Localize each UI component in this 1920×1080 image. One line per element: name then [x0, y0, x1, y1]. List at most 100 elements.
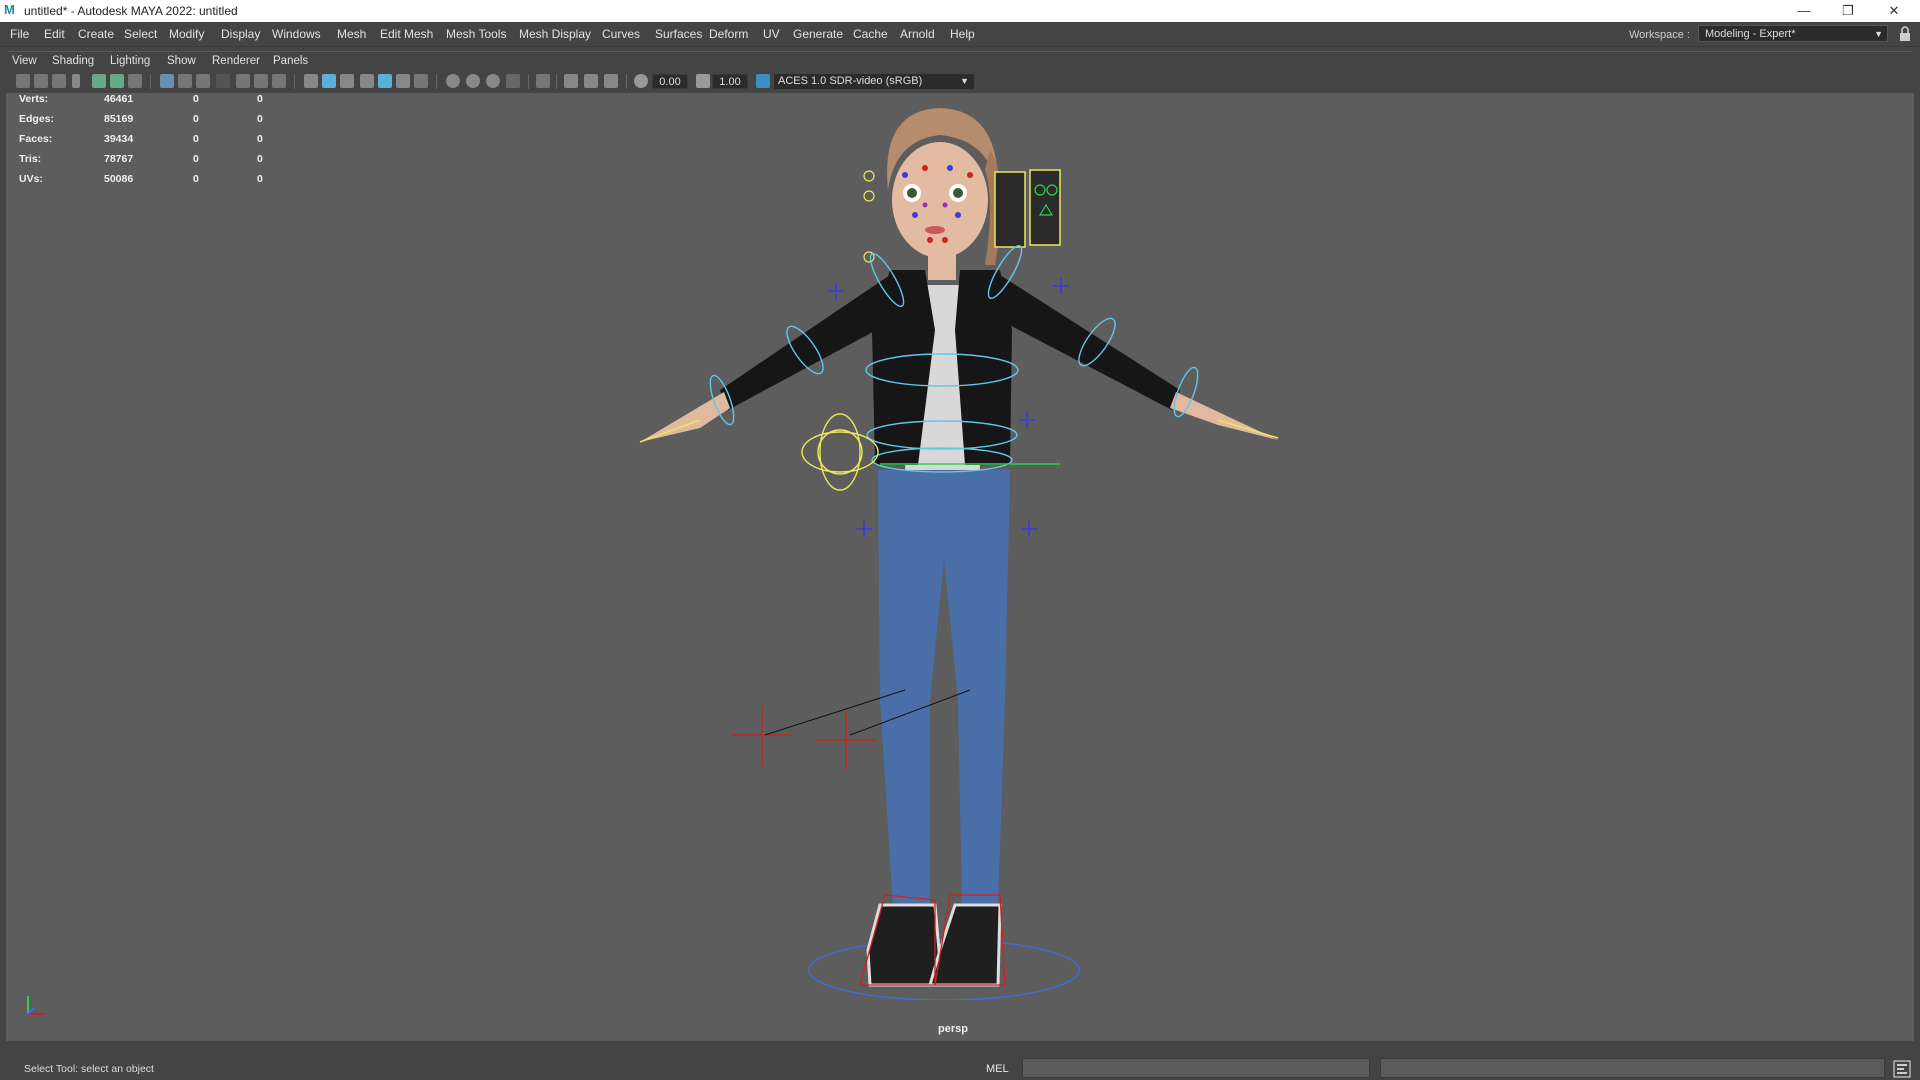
- field-chart-icon[interactable]: [236, 74, 250, 88]
- hud-value: 50086: [104, 173, 134, 185]
- menu-arnold[interactable]: Arnold: [900, 27, 935, 41]
- hud-label: Faces:: [19, 133, 53, 145]
- menu-deform[interactable]: Deform: [709, 27, 748, 41]
- camera-select-icon[interactable]: [16, 74, 30, 88]
- panel-menu-panels[interactable]: Panels: [273, 55, 308, 67]
- bookmarks-icon[interactable]: [52, 74, 66, 88]
- menu-curves[interactable]: Curves: [602, 27, 640, 41]
- menu-uv[interactable]: UV: [763, 27, 780, 41]
- workspace-value: Modeling - Expert*: [1705, 28, 1796, 40]
- camera-attributes-icon[interactable]: [34, 74, 48, 88]
- anti-aliasing-icon[interactable]: [486, 74, 500, 88]
- window-title: untitled* - Autodesk MAYA 2022: untitled: [24, 4, 238, 18]
- menu-edit-mesh[interactable]: Edit Mesh: [380, 27, 433, 41]
- menu-cache[interactable]: Cache: [853, 27, 888, 41]
- hud-label: UVs:: [19, 173, 43, 185]
- hud-value: 0: [193, 133, 199, 145]
- menu-help[interactable]: Help: [950, 27, 975, 41]
- textured-icon[interactable]: [378, 74, 392, 88]
- menu-edit[interactable]: Edit: [44, 27, 65, 41]
- right-shoe-mesh: [928, 903, 1002, 987]
- menu-create[interactable]: Create: [78, 27, 114, 41]
- wireframe-icon[interactable]: [304, 74, 318, 88]
- rigged-character[interactable]: [600, 100, 1300, 1000]
- menu-select[interactable]: Select: [124, 27, 157, 41]
- safe-title-icon[interactable]: [272, 74, 286, 88]
- hud-label: Verts:: [19, 93, 49, 105]
- panel-menu-lighting[interactable]: Lighting: [110, 55, 150, 67]
- menu-windows[interactable]: Windows: [272, 27, 321, 41]
- safe-action-icon[interactable]: [254, 74, 268, 88]
- panel-menu-view[interactable]: View: [12, 55, 37, 67]
- 2d-pan-zoom-icon[interactable]: [92, 74, 106, 88]
- view-transform-icon[interactable]: [756, 74, 770, 88]
- hip-control[interactable]: [801, 413, 879, 491]
- script-editor-icon[interactable]: [1893, 1060, 1911, 1078]
- grease-pencil-icon[interactable]: [110, 74, 124, 88]
- depth-of-field-icon[interactable]: [506, 74, 520, 88]
- smooth-shade-icon[interactable]: [322, 74, 336, 88]
- use-all-lights-icon[interactable]: [396, 74, 410, 88]
- workspace-label: Workspace :: [1629, 29, 1690, 41]
- hud-value: 0: [257, 153, 263, 165]
- hud-value: 39434: [104, 133, 134, 145]
- knee-pole-controls[interactable]: [732, 705, 876, 770]
- help-line: Select Tool: select an object: [24, 1063, 154, 1075]
- xray-joints-icon[interactable]: [584, 74, 598, 88]
- color-space-dropdown[interactable]: ACES 1.0 SDR-video (sRGB) ▼: [774, 74, 974, 89]
- hud-value: 0: [257, 133, 263, 145]
- exposure-icon[interactable]: [634, 74, 648, 88]
- title-bar: M untitled* - Autodesk MAYA 2022: untitl…: [0, 0, 1920, 22]
- menu-file[interactable]: File: [10, 27, 29, 41]
- workspace-dropdown[interactable]: Modeling - Expert* ▼: [1698, 25, 1888, 42]
- hud-label: Tris:: [19, 153, 42, 165]
- screen-space-ao-icon[interactable]: [446, 74, 460, 88]
- gamma-icon[interactable]: [696, 74, 710, 88]
- chevron-down-icon: ▼: [1874, 29, 1883, 39]
- xray-components-icon[interactable]: [604, 74, 618, 88]
- hud-row-uvs: UVs: 50086 0 0: [19, 173, 279, 189]
- panel-menu-renderer[interactable]: Renderer: [212, 55, 260, 67]
- hud-value: 0: [257, 93, 263, 105]
- command-language-toggle[interactable]: MEL: [986, 1063, 1009, 1075]
- menu-mesh-tools[interactable]: Mesh Tools: [446, 27, 506, 41]
- exposure-field[interactable]: 0.00: [652, 74, 688, 89]
- motion-blur-icon[interactable]: [466, 74, 480, 88]
- pencil-icon[interactable]: [128, 74, 142, 88]
- isolate-select-icon[interactable]: [536, 74, 550, 88]
- wireframe-on-shaded-icon[interactable]: [360, 74, 374, 88]
- resolution-gate-icon[interactable]: [196, 74, 210, 88]
- lock-icon[interactable]: [1898, 26, 1912, 42]
- panel-menu-bar: View Shading Lighting Show Renderer Pane…: [0, 52, 1920, 72]
- menu-mesh[interactable]: Mesh: [337, 27, 366, 41]
- main-menu-bar: File Edit Create Select Modify Display W…: [0, 22, 1920, 47]
- film-gate-icon[interactable]: [178, 74, 192, 88]
- hud-value: 85169: [104, 113, 134, 125]
- face-gui-panel[interactable]: [994, 171, 1026, 248]
- default-material-icon[interactable]: [340, 74, 354, 88]
- chevron-down-icon: ▼: [960, 76, 969, 86]
- maya-logo-icon: M: [4, 2, 15, 17]
- hud-label: Edges:: [19, 113, 55, 125]
- panel-menu-shading[interactable]: Shading: [52, 55, 94, 67]
- panel-menu-show[interactable]: Show: [167, 55, 196, 67]
- command-input[interactable]: [1022, 1058, 1370, 1078]
- gate-mask-icon[interactable]: [216, 74, 230, 88]
- close-icon[interactable]: ✕: [1874, 1, 1914, 21]
- shadows-icon[interactable]: [414, 74, 428, 88]
- menu-display[interactable]: Display: [221, 27, 260, 41]
- menu-mesh-display[interactable]: Mesh Display: [519, 27, 591, 41]
- hud-value: 0: [193, 113, 199, 125]
- restore-icon[interactable]: ❐: [1828, 1, 1868, 21]
- menu-modify[interactable]: Modify: [169, 27, 204, 41]
- panel-toolbar: 0.00 1.00 ACES 1.0 SDR-video (sRGB) ▼: [0, 72, 1920, 92]
- menu-generate[interactable]: Generate: [793, 27, 843, 41]
- hud-value: 0: [193, 153, 199, 165]
- grid-icon[interactable]: [160, 74, 174, 88]
- menu-surfaces[interactable]: Surfaces: [655, 27, 702, 41]
- gamma-field[interactable]: 1.00: [712, 74, 748, 89]
- minimize-icon[interactable]: —: [1784, 1, 1824, 21]
- image-plane-icon[interactable]: [72, 74, 80, 88]
- xray-icon[interactable]: [564, 74, 578, 88]
- hud-value: 0: [193, 173, 199, 185]
